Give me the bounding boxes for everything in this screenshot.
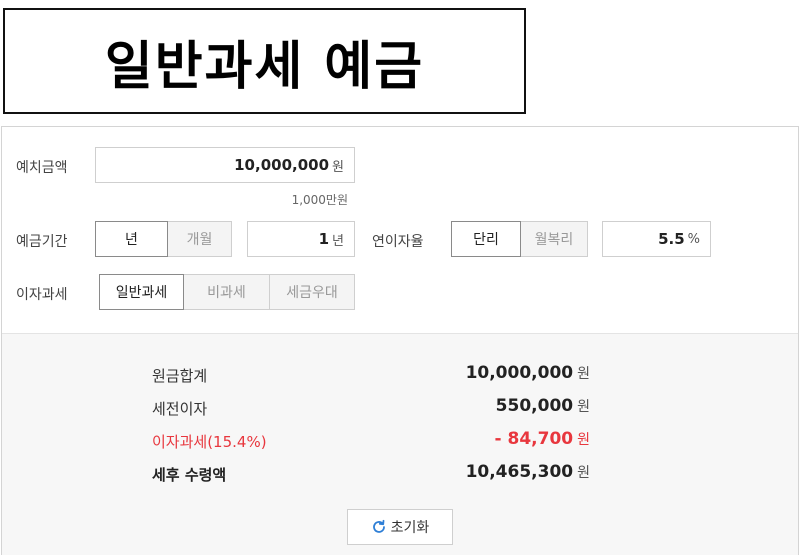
deposit-amount-value: 10,000,000 — [234, 156, 330, 174]
net-amount-unit: 원 — [577, 465, 590, 481]
interest-tax-row: - 84,700 원 — [495, 429, 590, 449]
rate-compound-option[interactable]: 월복리 — [520, 221, 588, 257]
page-title: 일반과세 예금 — [104, 36, 425, 97]
tax-type-label: 이자과세 — [16, 287, 68, 303]
rate-value: 5.5 — [658, 230, 685, 248]
interest-tax-value: - 84,700 — [494, 429, 574, 449]
period-input[interactable]: 1 년 — [247, 221, 355, 257]
principal-value: 10,000,000 — [465, 363, 574, 383]
pretax-interest-value: 550,000 — [495, 396, 574, 416]
pretax-interest-unit: 원 — [577, 399, 590, 415]
principal-value-row: 10,000,000 원 — [466, 363, 590, 383]
deposit-label: 예치금액 — [16, 160, 68, 176]
input-section: 예치금액 10,000,000 원 1,000만원 예금기간 년 개월 1 년 … — [2, 127, 798, 333]
tax-preferential-option[interactable]: 세금우대 — [269, 274, 355, 310]
net-amount-value: 10,465,300 — [465, 462, 574, 482]
tax-exempt-option[interactable]: 비과세 — [183, 274, 270, 310]
rate-unit: % — [687, 231, 700, 247]
rate-input[interactable]: 5.5 % — [602, 221, 711, 257]
deposit-hint: 1,000만원 — [291, 193, 348, 207]
net-amount-label: 세후 수령액 — [152, 466, 227, 484]
interest-tax-label: 이자과세(15.4%) — [152, 433, 267, 451]
principal-label: 원금합계 — [152, 367, 208, 385]
rate-label: 연이자율 — [372, 234, 424, 250]
period-unit: 년 — [332, 233, 344, 249]
period-value: 1 — [318, 230, 330, 248]
period-label: 예금기간 — [16, 234, 68, 250]
page-title-box: 일반과세 예금 — [3, 8, 526, 114]
rate-simple-option[interactable]: 단리 — [451, 221, 521, 257]
interest-tax-unit: 원 — [577, 432, 590, 448]
reset-button-label: 초기화 — [390, 520, 430, 536]
refresh-icon — [372, 519, 385, 533]
net-amount-row: 10,465,300 원 — [466, 462, 590, 482]
principal-unit: 원 — [577, 366, 590, 382]
calculator-panel: 예치금액 10,000,000 원 1,000만원 예금기간 년 개월 1 년 … — [1, 126, 799, 555]
deposit-amount-input[interactable]: 10,000,000 원 — [95, 147, 355, 183]
tax-general-option[interactable]: 일반과세 — [99, 274, 184, 310]
period-month-option[interactable]: 개월 — [167, 221, 232, 257]
period-year-option[interactable]: 년 — [95, 221, 168, 257]
reset-button[interactable]: 초기화 — [347, 509, 453, 545]
pretax-interest-row: 550,000 원 — [496, 396, 590, 416]
pretax-interest-label: 세전이자 — [152, 400, 208, 418]
deposit-amount-unit: 원 — [332, 159, 344, 175]
